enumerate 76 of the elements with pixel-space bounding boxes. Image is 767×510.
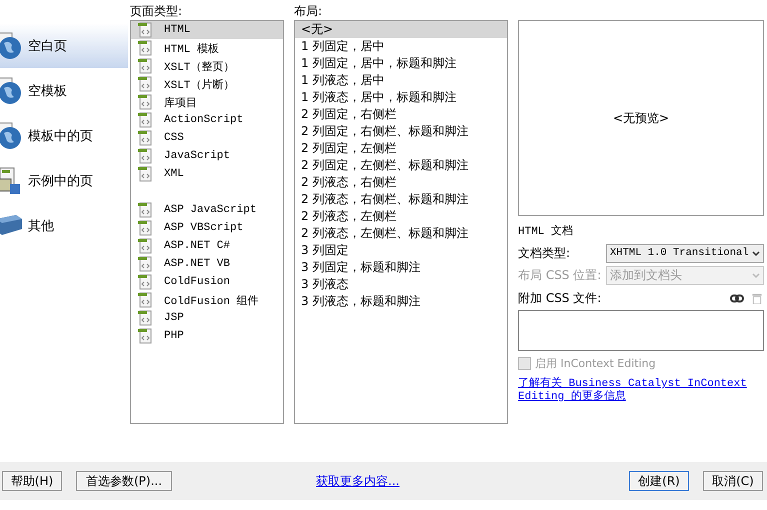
code-file-icon	[138, 220, 152, 236]
code-file-icon	[138, 202, 152, 218]
doctype-dropdown[interactable]: XHTML 1.0 Transitional	[606, 244, 764, 263]
category-item[interactable]: 空模板	[0, 68, 128, 113]
layout-item[interactable]: 3 列固定	[295, 242, 507, 259]
page-type-item[interactable]: ColdFusion	[131, 273, 283, 291]
incontext-label: 启用 InContext Editing	[535, 356, 656, 371]
layout-css-label: 布局 CSS 位置:	[518, 267, 602, 284]
layout-item[interactable]: 3 列液态，标题和脚注	[295, 293, 507, 310]
page-type-item[interactable]: ASP.NET C#	[131, 237, 283, 255]
page-type-item[interactable]: XSLT（整页）	[131, 57, 283, 75]
page-type-item[interactable]: XSLT（片断）	[131, 75, 283, 93]
code-file-icon	[138, 94, 152, 110]
preview-text: <无预览>	[612, 110, 670, 126]
code-file-icon	[138, 310, 152, 326]
page-type-item[interactable]: CSS	[131, 129, 283, 147]
layout-item[interactable]: 2 列液态，左侧栏	[295, 208, 507, 225]
layout-item[interactable]: 2 列固定，左侧栏、标题和脚注	[295, 157, 507, 174]
page-type-item[interactable]: ASP.NET VB	[131, 255, 283, 273]
layout-item[interactable]: 2 列固定，左侧栏	[295, 140, 507, 157]
page-type-label: 页面类型:	[130, 3, 182, 20]
chevron-down-icon	[752, 251, 760, 257]
layout-item[interactable]: 2 列固定，右侧栏、标题和脚注	[295, 123, 507, 140]
code-file-icon	[138, 40, 152, 56]
help-button[interactable]: 帮助(H)	[2, 471, 62, 491]
info-link[interactable]: 了解有关 Business Catalyst InContext Editing 的更多信息	[518, 378, 764, 404]
layout-item[interactable]: 1 列液态，居中	[295, 72, 507, 89]
code-file-icon	[138, 112, 152, 128]
attach-css-label: 附加 CSS 文件:	[518, 290, 602, 307]
page-type-item[interactable]: XML	[131, 165, 283, 183]
page-type-item[interactable]: ASP JavaScript	[131, 201, 283, 219]
code-file-icon	[138, 274, 152, 290]
code-file-icon	[138, 76, 152, 92]
category-item[interactable]: 其他	[0, 203, 128, 248]
layout-label: 布局:	[294, 3, 322, 20]
globe-document-icon	[0, 30, 24, 60]
page-type-item[interactable]: ActionScript	[131, 111, 283, 129]
layout-item[interactable]: 2 列液态，右侧栏、标题和脚注	[295, 191, 507, 208]
code-file-icon	[138, 166, 152, 182]
layout-item[interactable]: <无>	[295, 21, 507, 38]
page-type-item[interactable]: 库项目	[131, 93, 283, 111]
code-file-icon	[138, 292, 152, 308]
css-file-list[interactable]	[518, 310, 764, 351]
layout-item[interactable]: 2 列液态，右侧栏	[295, 174, 507, 191]
layout-item[interactable]: 2 列固定，右侧栏	[295, 106, 507, 123]
page-type-item[interactable]: ColdFusion 组件	[131, 291, 283, 309]
layout-item[interactable]: 3 列液态	[295, 276, 507, 293]
page-type-item[interactable]: PHP	[131, 327, 283, 345]
trash-icon[interactable]	[750, 293, 764, 304]
category-item[interactable]: 模板中的页	[0, 113, 128, 158]
create-button[interactable]: 创建(R)	[629, 471, 689, 491]
code-file-icon	[138, 130, 152, 146]
link-icon[interactable]	[730, 293, 744, 304]
code-file-icon	[138, 256, 152, 272]
code-file-icon	[138, 148, 152, 164]
layout-item[interactable]: 1 列固定，居中	[295, 38, 507, 55]
page-type-item[interactable]: JavaScript	[131, 147, 283, 165]
preferences-button[interactable]: 首选参数(P)...	[76, 471, 172, 491]
category-item[interactable]: 空白页	[0, 23, 128, 68]
code-file-icon	[138, 328, 152, 344]
page-type-item[interactable]: ASP VBScript	[131, 219, 283, 237]
chevron-down-icon	[752, 273, 760, 279]
code-file-icon	[138, 238, 152, 254]
code-file-icon	[138, 58, 152, 74]
layout-item[interactable]: 2 列液态，左侧栏、标题和脚注	[295, 225, 507, 242]
get-more-link[interactable]: 获取更多内容...	[316, 472, 400, 490]
doctype-label: 文档类型:	[518, 245, 572, 262]
page-type-item[interactable]: HTML 模板	[131, 39, 283, 57]
page-type-item[interactable]: JSP	[131, 309, 283, 327]
category-item[interactable]: 示例中的页	[0, 158, 128, 203]
cancel-button[interactable]: 取消(C)	[703, 471, 763, 491]
page-type-item[interactable]: HTML	[131, 21, 283, 39]
layout-item[interactable]: 1 列液态，居中，标题和脚注	[295, 89, 507, 106]
layout-item[interactable]: 1 列固定，居中，标题和脚注	[295, 55, 507, 72]
description-text: HTML 文档	[518, 224, 574, 240]
layout-item[interactable]: 3 列固定，标题和脚注	[295, 259, 507, 276]
